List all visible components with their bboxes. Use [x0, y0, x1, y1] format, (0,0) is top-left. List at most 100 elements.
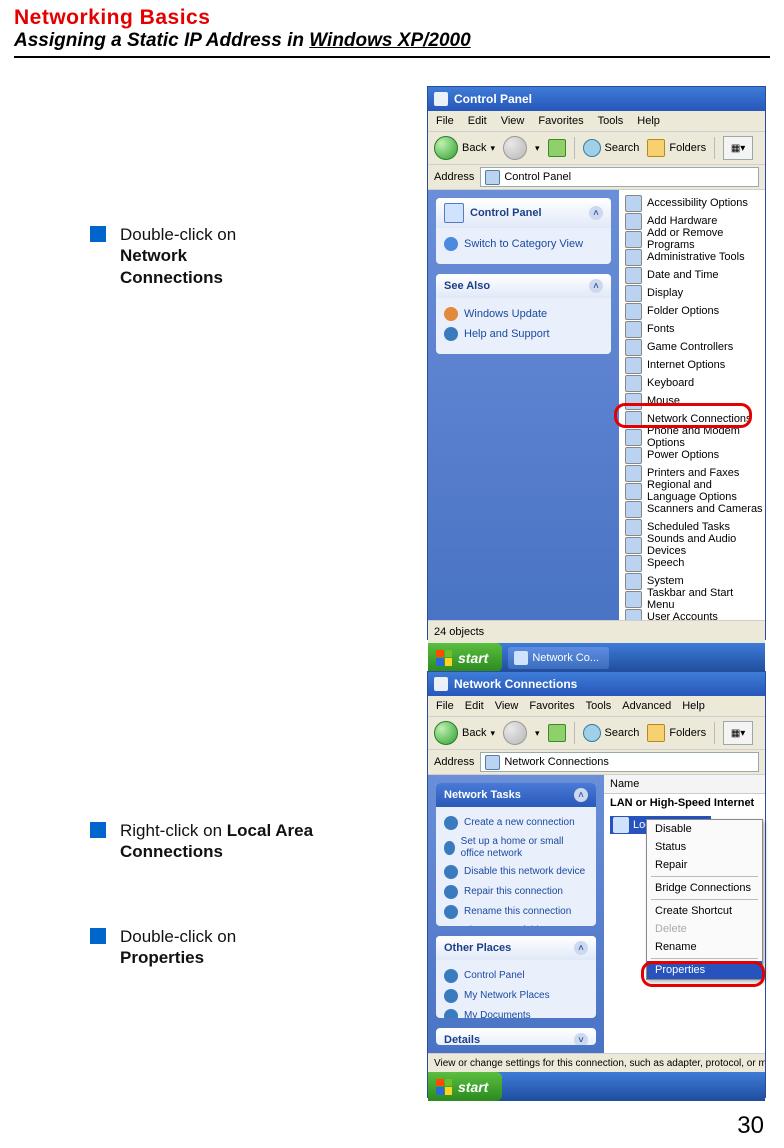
cp-item[interactable]: Scanners and Cameras — [623, 500, 765, 518]
item-icon — [625, 267, 642, 284]
menu-file[interactable]: File — [436, 700, 454, 712]
task-link[interactable]: Disable this network device — [444, 862, 588, 882]
cp-item[interactable]: Date and Time — [623, 266, 765, 284]
menu-favorites[interactable]: Favorites — [538, 115, 583, 127]
cp-item[interactable]: Fonts — [623, 320, 765, 338]
menu-file[interactable]: File — [436, 115, 454, 127]
menu-tools[interactable]: Tools — [586, 700, 612, 712]
forward-button[interactable] — [503, 136, 527, 160]
menu-repair[interactable]: Repair — [647, 856, 762, 874]
cp-item[interactable]: Sounds and Audio Devices — [623, 536, 765, 554]
cp-item[interactable]: Game Controllers — [623, 338, 765, 356]
bullet-text: Double-click on Network Connections — [120, 224, 236, 288]
folders-button[interactable]: Folders — [647, 724, 706, 742]
cp-item[interactable]: Taskbar and Start Menu — [623, 590, 765, 608]
place-link[interactable]: My Documents — [444, 1006, 588, 1019]
place-link[interactable]: My Network Places — [444, 986, 588, 1006]
address-field[interactable]: Network Connections — [480, 752, 759, 772]
views-button[interactable]: ▦▾ — [723, 136, 753, 160]
task-link[interactable]: Repair this connection — [444, 882, 588, 902]
control-panel-list: Accessibility Options Add Hardware Add or … — [619, 190, 765, 620]
switch-category-link[interactable]: Switch to Category View — [444, 234, 603, 254]
chevron-up-icon[interactable]: ˄ — [589, 279, 603, 293]
menu-bar[interactable]: File Edit View Favorites Tools Advanced … — [428, 696, 765, 717]
views-button[interactable]: ▦▾ — [723, 721, 753, 745]
item-label: User Accounts — [647, 611, 718, 620]
window-icon — [434, 92, 448, 106]
menu-disable[interactable]: Disable — [647, 820, 762, 838]
cp-item[interactable]: Mouse — [623, 392, 765, 410]
help-support-link[interactable]: Help and Support — [444, 324, 603, 344]
menu-view[interactable]: View — [495, 700, 519, 712]
taskbar: start Network Co... — [428, 643, 765, 672]
search-icon — [583, 724, 601, 742]
chevron-up-icon[interactable]: ˄ — [574, 941, 588, 955]
menu-bridge[interactable]: Bridge Connections — [647, 879, 762, 897]
folders-button[interactable]: Folders — [647, 139, 706, 157]
search-button[interactable]: Search — [583, 724, 640, 742]
menu-create-shortcut[interactable]: Create Shortcut — [647, 902, 762, 920]
network-connections-window: Network Connections File Edit View Favor… — [427, 671, 766, 1098]
address-field[interactable]: Control Panel — [480, 167, 759, 187]
taskbar: start — [428, 1072, 765, 1101]
window-titlebar[interactable]: Control Panel — [428, 87, 765, 111]
cp-icon — [444, 203, 464, 223]
menu-help[interactable]: Help — [637, 115, 660, 127]
menu-advanced[interactable]: Advanced — [622, 700, 671, 712]
cp-item[interactable]: Phone and Modem Options — [623, 428, 765, 446]
menu-tools[interactable]: Tools — [598, 115, 624, 127]
task-link[interactable]: Set up a home or small office network — [444, 833, 588, 862]
item-label: Taskbar and Start Menu — [647, 587, 763, 611]
cp-item[interactable]: Internet Options — [623, 356, 765, 374]
cp-item[interactable]: Display — [623, 284, 765, 302]
start-button[interactable]: start — [428, 1072, 502, 1101]
task-label: Set up a home or small office network — [461, 836, 588, 859]
task-item[interactable]: Network Co... — [508, 647, 609, 669]
chevron-up-icon[interactable]: ˄ — [574, 788, 588, 802]
place-link[interactable]: Control Panel — [444, 966, 588, 986]
column-header[interactable]: Name — [604, 775, 765, 794]
item-icon — [625, 519, 642, 536]
search-button[interactable]: Search — [583, 139, 640, 157]
chevron-down-icon[interactable]: ˅ — [574, 1033, 588, 1045]
start-button[interactable]: start — [428, 643, 502, 672]
menu-help[interactable]: Help — [682, 700, 705, 712]
back-button[interactable]: Back▾ — [434, 721, 495, 745]
side-panel: Control Panel˄ Switch to Category View S… — [428, 190, 619, 620]
item-label: Add Hardware — [647, 215, 717, 227]
window-titlebar[interactable]: Network Connections — [428, 672, 765, 696]
menu-properties[interactable]: Properties — [647, 961, 762, 979]
toolbar: Back▾ ▾ Search Folders ▦▾ — [428, 132, 765, 165]
up-button[interactable] — [548, 724, 566, 742]
cp-item[interactable]: Keyboard — [623, 374, 765, 392]
cp-item[interactable]: Folder Options — [623, 302, 765, 320]
cp-item[interactable]: Add or Remove Programs — [623, 230, 765, 248]
menu-edit[interactable]: Edit — [465, 700, 484, 712]
chevron-up-icon[interactable]: ˄ — [589, 206, 603, 220]
section-label: LAN or High-Speed Internet — [604, 794, 765, 812]
cp-item[interactable]: Accessibility Options — [623, 194, 765, 212]
item-label: Game Controllers — [647, 341, 733, 353]
menu-rename[interactable]: Rename — [647, 938, 762, 956]
update-icon — [444, 307, 458, 321]
menu-status[interactable]: Status — [647, 838, 762, 856]
task-link[interactable]: Create a new connection — [444, 813, 588, 833]
up-button[interactable] — [548, 139, 566, 157]
back-icon — [434, 136, 458, 160]
menu-bar[interactable]: File Edit View Favorites Tools Help — [428, 111, 765, 132]
forward-button[interactable] — [503, 721, 527, 745]
back-button[interactable]: Back▾ — [434, 136, 495, 160]
menu-view[interactable]: View — [501, 115, 525, 127]
task-link[interactable]: View status of this connection — [444, 922, 588, 926]
menu-favorites[interactable]: Favorites — [529, 700, 574, 712]
forward-chevron-icon: ▾ — [535, 728, 540, 739]
help-icon — [444, 327, 458, 341]
item-icon — [625, 465, 642, 482]
menu-edit[interactable]: Edit — [468, 115, 487, 127]
task-link[interactable]: Rename this connection — [444, 902, 588, 922]
windows-update-link[interactable]: Windows Update — [444, 304, 603, 324]
cp-item[interactable]: Administrative Tools — [623, 248, 765, 266]
item-label: Regional and Language Options — [647, 479, 763, 503]
cp-item[interactable]: Regional and Language Options — [623, 482, 765, 500]
task-icon — [444, 816, 458, 830]
